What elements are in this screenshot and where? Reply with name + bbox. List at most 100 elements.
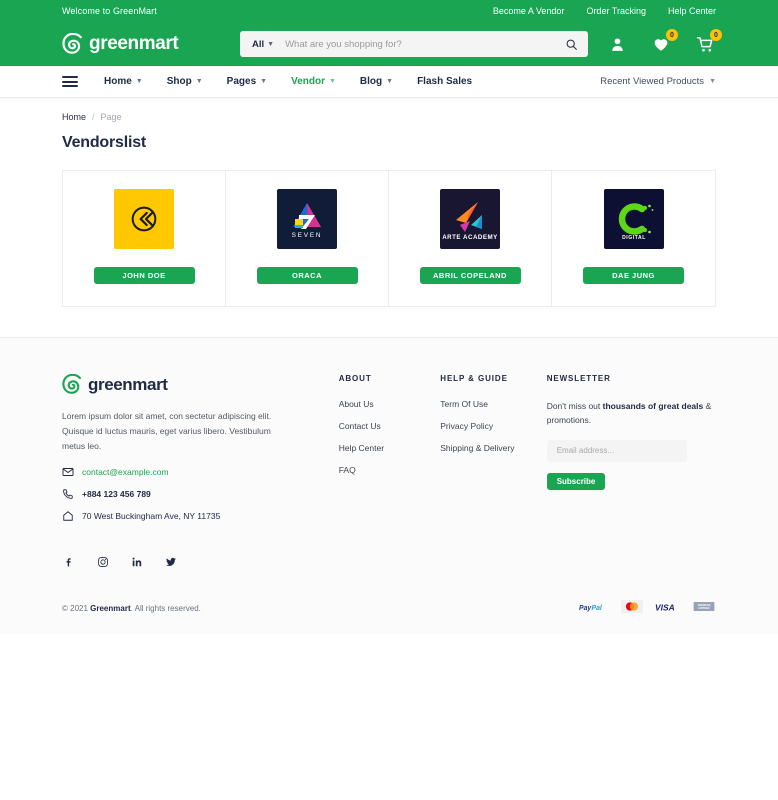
vendor-button[interactable]: ABRIL COPELAND <box>419 267 521 284</box>
footer-logo[interactable]: greenmart <box>62 373 339 395</box>
svg-text:EXPRESS: EXPRESS <box>699 608 710 610</box>
nav-items: Home ▼ Shop ▼ Pages ▼ Vendor ▼ Blog ▼ Fl… <box>104 76 472 87</box>
footer-link-faq[interactable]: FAQ <box>339 465 441 475</box>
nav-label: Shop <box>166 76 192 87</box>
cart-count-badge: 0 <box>710 29 722 41</box>
footer-email[interactable]: contact@example.com <box>82 467 169 477</box>
linkedin-icon[interactable] <box>130 556 143 569</box>
site-header: greenmart All ▼ What are you shopping fo… <box>0 22 778 66</box>
vendor-card[interactable]: SEVEN ORACA <box>226 171 389 306</box>
vendor-button[interactable]: DAE JUNG <box>583 267 684 284</box>
copyright-suffix: . All rights reserved. <box>130 604 201 614</box>
vendor-logo-caption: SEVEN <box>292 232 323 239</box>
search-category-label: All <box>252 38 265 50</box>
breadcrumb: Home / Page <box>0 98 778 122</box>
envelope-icon <box>62 466 74 478</box>
footer-column-about: ABOUT About Us Contact Us Help Center FA… <box>339 374 441 532</box>
american-express-icon: AMERICAN EXPRESS <box>692 599 716 618</box>
nav-item-vendor[interactable]: Vendor ▼ <box>291 76 336 87</box>
chevron-down-icon: ▼ <box>328 78 336 85</box>
breadcrumb-separator: / <box>92 112 95 122</box>
footer-brand-text: greenmart <box>88 374 168 394</box>
mastercard-icon <box>620 599 644 618</box>
vendor-card[interactable]: ARTE ACADEMY ABRIL COPELAND <box>389 171 552 306</box>
footer-bottom-bar: © 2021 Greenmart. All rights reserved. P… <box>62 589 716 634</box>
vendor-logo-seven: SEVEN <box>277 189 337 249</box>
footer-link-privacy-policy[interactable]: Privacy Policy <box>440 421 546 431</box>
subscribe-button[interactable]: Subscribe <box>546 472 606 490</box>
top-link-order-tracking[interactable]: Order Tracking <box>586 6 646 16</box>
nav-label: Vendor <box>291 76 325 87</box>
header-brand-text: greenmart <box>89 33 179 54</box>
top-link-become-a-vendor[interactable]: Become A Vendor <box>493 6 565 16</box>
breadcrumb-home[interactable]: Home <box>62 112 86 122</box>
footer-link-help-center[interactable]: Help Center <box>339 443 441 453</box>
hamburger-icon[interactable] <box>62 76 78 87</box>
vendor-logo-circle-arrows <box>114 189 174 249</box>
greenmart-spiral-icon <box>62 32 84 55</box>
search-icon[interactable] <box>565 38 578 51</box>
search-category-select[interactable]: All ▼ <box>252 39 283 50</box>
vendor-button[interactable]: JOHN DOE <box>93 267 195 284</box>
nav-item-pages[interactable]: Pages ▼ <box>227 76 267 87</box>
search-bar[interactable]: All ▼ <box>240 31 588 57</box>
header-logo[interactable]: greenmart <box>62 32 222 55</box>
footer-address: 70 West Buckingham Ave, NY 11735 <box>82 510 221 521</box>
chevron-down-icon: ▼ <box>267 40 275 48</box>
svg-text:Pal: Pal <box>592 605 603 612</box>
footer-link-contact-us[interactable]: Contact Us <box>339 421 441 431</box>
footer-link-shipping-delivery[interactable]: Shipping & Delivery <box>440 443 546 453</box>
facebook-icon[interactable] <box>62 556 75 569</box>
vendor-button[interactable]: ORACA <box>256 267 358 284</box>
main-navigation: Home ▼ Shop ▼ Pages ▼ Vendor ▼ Blog ▼ Fl… <box>0 66 778 98</box>
svg-text:AMERICAN: AMERICAN <box>698 603 711 606</box>
newsletter-text-prefix: Don't miss out <box>546 401 603 411</box>
footer-columns: greenmart Lorem ipsum dolor sit amet, co… <box>62 373 716 532</box>
nav-item-home[interactable]: Home ▼ <box>104 76 143 87</box>
newsletter-text-bold: thousands of great deals <box>602 401 704 411</box>
vendor-card[interactable]: DIGITAL DAE JUNG <box>552 171 715 306</box>
instagram-icon[interactable] <box>96 556 109 569</box>
nav-label: Pages <box>226 76 257 87</box>
newsletter-title: NEWSLETTER <box>546 374 611 383</box>
footer-description: Lorem ipsum dolor sit amet, con sectetur… <box>62 411 272 451</box>
breadcrumb-current: Page <box>100 112 122 122</box>
vendor-logo-caption: ARTE ACADEMY <box>442 234 498 241</box>
footer-phone: +884 123 456 789 <box>82 488 151 499</box>
account-button[interactable] <box>606 33 628 55</box>
newsletter-email-input[interactable] <box>546 439 687 462</box>
vendor-logo-caption: DIGITAL <box>622 235 646 241</box>
top-link-help-center[interactable]: Help Center <box>668 6 716 16</box>
phone-icon <box>62 488 74 500</box>
copyright-brand: Greenmart <box>90 604 131 614</box>
svg-text:Pay: Pay <box>579 605 592 612</box>
payment-methods: Pay Pal VISA AMERICAN EXPRESS <box>579 599 716 618</box>
chevron-down-icon: ▼ <box>260 78 268 85</box>
recent-viewed-products-dropdown[interactable]: Recent Viewed Products ▼ <box>600 76 716 87</box>
copyright-prefix: © 2021 <box>62 604 91 614</box>
footer-link-about-us[interactable]: About Us <box>339 399 441 409</box>
vendor-card[interactable]: JOHN DOE <box>63 171 226 306</box>
recent-viewed-label: Recent Viewed Products <box>600 76 705 87</box>
cart-button[interactable]: 0 <box>694 29 722 55</box>
site-footer: greenmart Lorem ipsum dolor sit amet, co… <box>0 338 778 634</box>
twitter-icon[interactable] <box>164 556 177 569</box>
welcome-text: Welcome to GreenMart <box>62 6 157 16</box>
wishlist-button[interactable]: 0 <box>650 29 678 55</box>
footer-link-term-of-use[interactable]: Term Of Use <box>440 399 546 409</box>
footer-email-row[interactable]: contact@example.com <box>62 466 339 478</box>
page-title: Vendorslist <box>62 134 147 151</box>
footer-address-row: 70 West Buckingham Ave, NY 11735 <box>62 510 339 522</box>
footer-column-title: HELP & GUIDE <box>440 374 508 383</box>
footer-phone-row: +884 123 456 789 <box>62 488 339 500</box>
vendor-logo-digital-c: DIGITAL <box>603 189 664 249</box>
nav-item-blog[interactable]: Blog ▼ <box>360 76 393 87</box>
page-root: Welcome to GreenMart Become A Vendor Ord… <box>0 0 778 800</box>
search-input[interactable] <box>283 38 565 50</box>
social-links <box>62 556 716 569</box>
vendor-grid: JOHN DOE SEVEN ORACA ARTE ACADEMY ABRIL … <box>62 170 716 307</box>
nav-label: Blog <box>359 76 383 87</box>
nav-item-flash-sales[interactable]: Flash Sales <box>417 76 472 87</box>
vendor-logo-arte-academy: ARTE ACADEMY <box>440 189 500 249</box>
nav-item-shop[interactable]: Shop ▼ <box>167 76 203 87</box>
